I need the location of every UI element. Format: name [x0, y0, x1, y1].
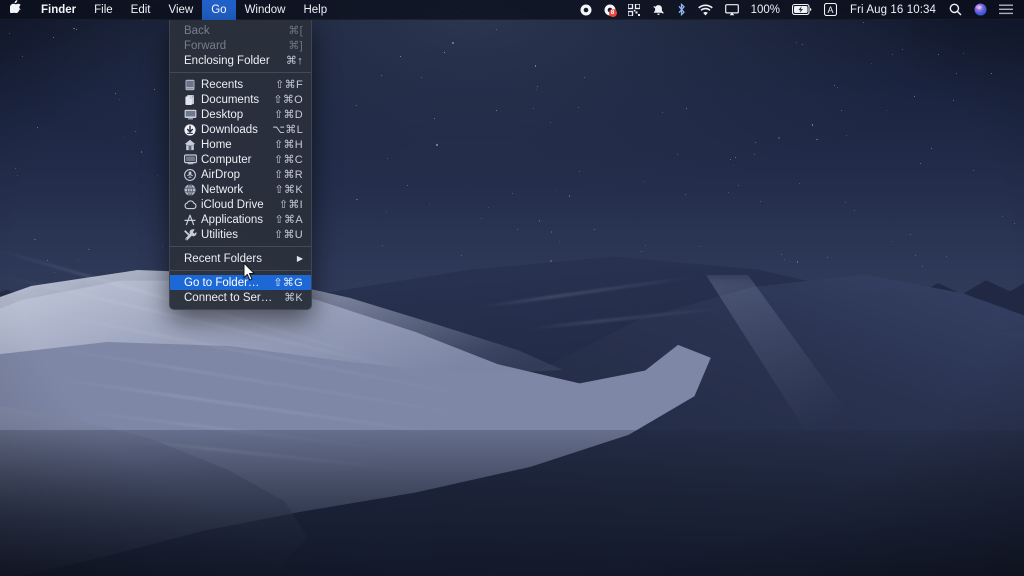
menu-item-home[interactable]: Home ⇧⌘H — [170, 137, 311, 152]
menu-item-shortcut: ⌘↑ — [276, 54, 303, 67]
go-dropdown-menu: Back ⌘[Forward ⌘] Enclosing Folder ⌘↑ Recents… — [169, 20, 312, 310]
menu-item-shortcut: ⇧⌘K — [265, 183, 303, 196]
qr-grid-icon[interactable] — [622, 0, 646, 20]
utilities-icon — [183, 228, 197, 241]
menu-separator — [170, 72, 311, 73]
submenu-arrow-icon: ▶ — [287, 254, 303, 263]
menu-item-label: Desktop — [201, 109, 264, 121]
menu-item-label: iCloud Drive — [201, 199, 269, 211]
menu-item-label: Recents — [201, 79, 265, 91]
menu-bar-item-file[interactable]: File — [85, 0, 122, 20]
menu-item-label: Documents — [201, 94, 263, 106]
menu-item-utilities[interactable]: Utilities ⇧⌘U — [170, 227, 311, 242]
menu-item-desktop[interactable]: Desktop ⇧⌘D — [170, 107, 311, 122]
menu-item-downloads[interactable]: Downloads ⌥⌘L — [170, 122, 311, 137]
desktop-icon — [183, 108, 197, 121]
menu-bar-app-menus: Finder File Edit View Go Window Help — [0, 0, 336, 20]
menu-item-forward: Forward ⌘] — [170, 38, 311, 53]
menu-item-recents[interactable]: Recents ⇧⌘F — [170, 77, 311, 92]
menu-item-label: Enclosing Folder — [184, 55, 276, 67]
menu-bar-item-edit[interactable]: Edit — [122, 0, 160, 20]
menu-item-label: Utilities — [201, 229, 264, 241]
notification-count-badge: 8 — [609, 9, 617, 17]
menu-item-label: AirDrop — [201, 169, 264, 181]
documents-icon — [183, 93, 197, 106]
menu-bar-clock[interactable]: Fri Aug 16 10:34 — [843, 0, 943, 20]
menu-item-shortcut: ⌥⌘L — [262, 123, 303, 136]
screen-recording-icon[interactable] — [574, 0, 598, 20]
menu-item-label: Home — [201, 139, 264, 151]
menu-item-network[interactable]: Network ⇧⌘K — [170, 182, 311, 197]
siri-icon[interactable] — [968, 0, 993, 20]
menu-item-label: Go to Folder… — [184, 277, 263, 289]
menu-separator — [170, 270, 311, 271]
menu-item-back: Back ⌘[ — [170, 23, 311, 38]
notification-badge-icon[interactable]: 8 — [598, 0, 622, 20]
menu-bar-item-help[interactable]: Help — [294, 0, 336, 20]
menu-bar-item-go[interactable]: Go — [202, 0, 235, 20]
menu-item-label: Forward — [184, 40, 278, 52]
control-center-list-icon[interactable] — [993, 0, 1019, 20]
wallpaper-foreground-shadow — [0, 430, 1024, 576]
menu-item-shortcut: ⇧⌘O — [263, 93, 303, 106]
downloads-icon — [183, 123, 197, 136]
do-not-disturb-bell-icon[interactable] — [646, 0, 671, 20]
menu-item-shortcut: ⇧⌘H — [264, 138, 303, 151]
menu-item-label: Applications — [201, 214, 265, 226]
menu-item-icloud-drive[interactable]: iCloud Drive ⇧⌘I — [170, 197, 311, 212]
computer-icon — [183, 153, 197, 166]
menu-item-shortcut: ⇧⌘U — [264, 228, 303, 241]
menu-item-shortcut: ⌘] — [278, 39, 303, 52]
battery-percent-label[interactable]: 100% — [745, 0, 786, 20]
menu-item-shortcut: ⇧⌘C — [264, 153, 303, 166]
input-source-icon[interactable]: A — [818, 0, 843, 20]
menu-item-computer[interactable]: Computer ⇧⌘C — [170, 152, 311, 167]
recents-icon — [183, 78, 197, 91]
applications-icon — [183, 213, 197, 226]
menu-item-label: Downloads — [201, 124, 262, 136]
menu-item-label: Network — [201, 184, 265, 196]
menu-item-airdrop[interactable]: AirDrop ⇧⌘R — [170, 167, 311, 182]
menu-item-shortcut: ⇧⌘I — [269, 198, 303, 211]
menu-item-label: Back — [184, 25, 278, 37]
menu-bar-item-view[interactable]: View — [160, 0, 203, 20]
menu-bar-item-finder[interactable]: Finder — [32, 0, 85, 20]
wifi-icon[interactable] — [692, 0, 719, 20]
home-icon — [183, 138, 197, 151]
svg-text:A: A — [827, 5, 833, 15]
menu-bar-item-window[interactable]: Window — [236, 0, 295, 20]
battery-charging-icon[interactable] — [786, 0, 818, 20]
bluetooth-icon[interactable] — [671, 0, 692, 20]
menu-item-label: Recent Folders — [184, 253, 287, 265]
network-icon — [183, 183, 197, 196]
menu-item-shortcut: ⇧⌘R — [264, 168, 303, 181]
airplay-icon[interactable] — [719, 0, 745, 20]
menu-item-connect-to-server[interactable]: Connect to Server…⌘K — [170, 290, 311, 305]
menu-item-recent-folders[interactable]: Recent Folders ▶ — [170, 251, 311, 266]
menu-item-shortcut: ⌘K — [274, 291, 303, 304]
menu-bar-status-items: 8 100% A Fri Aug 16 10:34 — [574, 0, 1024, 20]
menu-item-shortcut: ⇧⌘A — [265, 213, 303, 226]
desktop-screen: Finder File Edit View Go Window Help 8 1… — [0, 0, 1024, 576]
airdrop-icon — [183, 168, 197, 181]
menu-item-label: Computer — [201, 154, 264, 166]
spotlight-search-icon[interactable] — [943, 0, 968, 20]
menu-item-label: Connect to Server… — [184, 292, 274, 304]
menu-item-shortcut: ⇧⌘G — [263, 276, 303, 289]
menu-item-enclosing-folder[interactable]: Enclosing Folder ⌘↑ — [170, 53, 311, 68]
menu-item-documents[interactable]: Documents ⇧⌘O — [170, 92, 311, 107]
menu-item-shortcut: ⇧⌘F — [265, 78, 303, 91]
menu-separator — [170, 246, 311, 247]
menu-item-shortcut: ⌘[ — [278, 24, 303, 37]
wallpaper-stars — [0, 0, 1024, 300]
menu-item-go-to-folder[interactable]: Go to Folder… ⇧⌘G — [170, 275, 311, 290]
desktop-wallpaper — [0, 0, 1024, 576]
icloud-icon — [183, 198, 197, 211]
apple-logo-icon[interactable] — [0, 0, 32, 20]
menu-bar: Finder File Edit View Go Window Help 8 1… — [0, 0, 1024, 20]
menu-item-applications[interactable]: Applications ⇧⌘A — [170, 212, 311, 227]
menu-item-shortcut: ⇧⌘D — [264, 108, 303, 121]
